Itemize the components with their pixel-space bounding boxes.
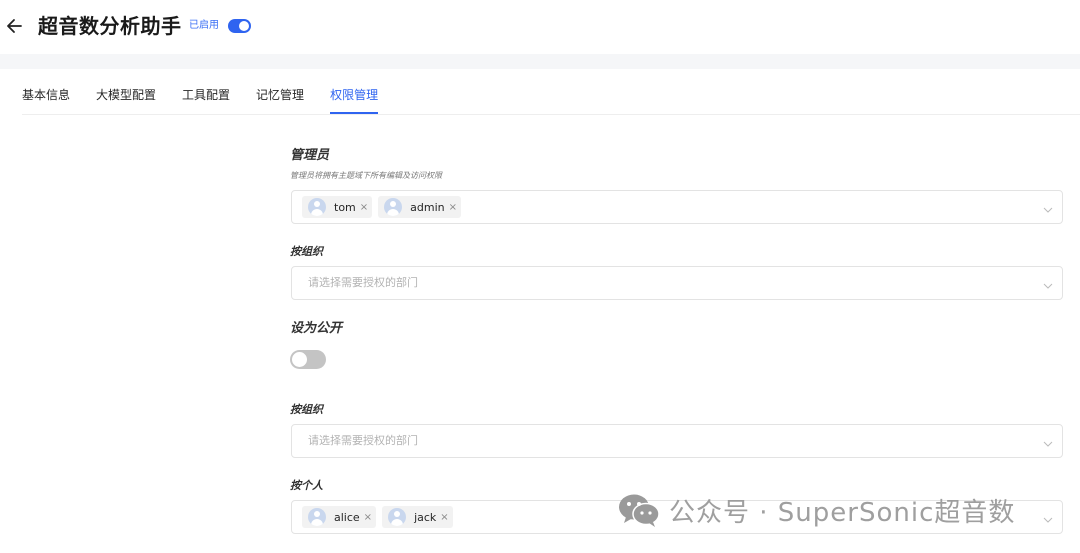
tab-tool-config[interactable]: 工具配置 xyxy=(182,80,230,114)
toggle-knob xyxy=(292,352,307,367)
org-view-select[interactable]: 请选择需要授权的部门 xyxy=(291,424,1063,458)
page-header: 超音数分析助手 已启用 xyxy=(0,0,1080,54)
avatar xyxy=(308,198,326,216)
admin-tag: admin × xyxy=(378,196,462,218)
person-view-title: 按个人 xyxy=(290,479,323,492)
admin-tag: tom × xyxy=(302,196,373,218)
admins-tag-list: tom × admin × xyxy=(302,196,462,218)
tab-memory-management[interactable]: 记忆管理 xyxy=(256,80,304,114)
tag-label: admin xyxy=(410,200,445,214)
chevron-down-icon xyxy=(1042,201,1054,213)
close-icon[interactable]: × xyxy=(364,512,372,523)
close-icon[interactable]: × xyxy=(449,202,457,213)
enable-toggle[interactable] xyxy=(228,19,251,33)
page-title: 超音数分析助手 xyxy=(38,14,182,38)
person-tag: alice × xyxy=(302,506,377,528)
org-view-title: 按组织 xyxy=(290,403,323,416)
admins-subtitle: 管理员将拥有主题域下所有编辑及访问权限 xyxy=(290,171,442,180)
admins-title: 管理员 xyxy=(290,148,330,163)
back-arrow-icon[interactable] xyxy=(4,12,24,40)
header-divider-band xyxy=(0,54,1080,69)
tab-llm-config[interactable]: 大模型配置 xyxy=(96,80,156,114)
tag-label: jack xyxy=(414,510,437,524)
wechat-icon xyxy=(619,494,660,527)
admins-select[interactable]: tom × admin × xyxy=(291,190,1063,224)
public-toggle[interactable] xyxy=(290,350,326,369)
status-label: 已启用 xyxy=(189,20,219,31)
chevron-down-icon xyxy=(1042,277,1054,289)
tag-label: tom xyxy=(334,200,356,214)
close-icon[interactable]: × xyxy=(360,202,368,213)
avatar xyxy=(388,508,407,526)
chevron-down-icon xyxy=(1042,435,1054,447)
avatar xyxy=(384,198,403,216)
org-admin-select[interactable]: 请选择需要授权的部门 xyxy=(291,266,1063,300)
tab-basic-info[interactable]: 基本信息 xyxy=(22,80,70,114)
org-admin-title: 按组织 xyxy=(290,245,323,258)
avatar xyxy=(308,508,326,526)
person-tag-list: alice × jack × xyxy=(302,506,453,528)
tab-bar: 基本信息 大模型配置 工具配置 记忆管理 权限管理 xyxy=(22,80,404,114)
tabs-divider xyxy=(22,114,1080,115)
watermark: 公众号 · SuperSonic超音数 xyxy=(617,490,1015,530)
public-title: 设为公开 xyxy=(290,321,343,336)
org-view-placeholder: 请选择需要授权的部门 xyxy=(308,434,418,447)
watermark-text: 公众号 · SuperSonic超音数 xyxy=(669,497,1016,528)
org-admin-placeholder: 请选择需要授权的部门 xyxy=(308,276,418,289)
tab-permission-management[interactable]: 权限管理 xyxy=(330,80,379,114)
toggle-knob xyxy=(239,21,249,31)
tag-label: alice xyxy=(334,510,360,524)
person-tag: jack × xyxy=(382,506,453,528)
chevron-down-icon xyxy=(1042,511,1054,523)
close-icon[interactable]: × xyxy=(440,512,448,523)
